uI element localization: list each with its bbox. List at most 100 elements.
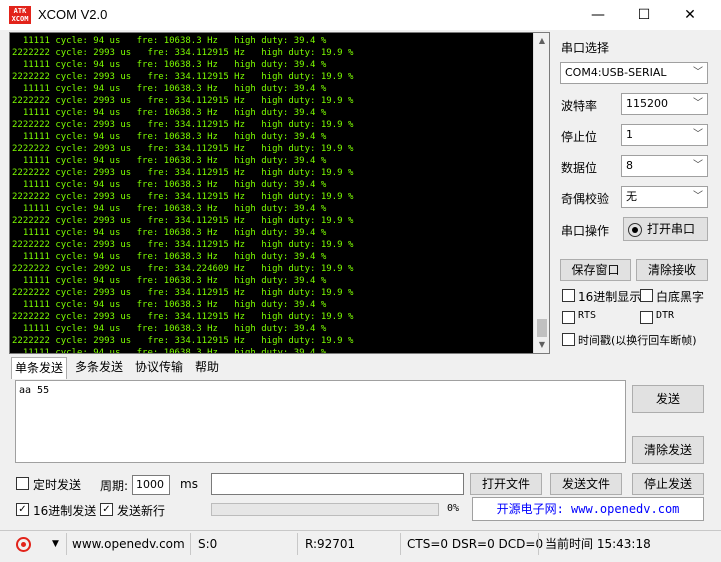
progress-percent: 0%: [447, 503, 460, 514]
period-unit: ms: [180, 477, 198, 491]
file-path-input[interactable]: [211, 473, 464, 495]
port-status-icon: [628, 222, 642, 237]
status-sent-count: S:0: [198, 537, 218, 551]
data-bits-label: 数据位: [561, 161, 598, 175]
terminal-line: 11111 cycle: 94 us fre: 10638.3 Hz high …: [12, 60, 327, 70]
timed-send-checkbox[interactable]: [16, 477, 29, 490]
terminal-line: 2222222 cycle: 2993 us fre: 334.112915 H…: [12, 168, 354, 178]
close-button[interactable]: ✕: [667, 0, 713, 30]
baud-select[interactable]: 115200 ﹀: [621, 93, 708, 115]
timed-send-label: 定时发送: [33, 478, 82, 492]
status-line-states: CTS=0 DSR=0 DCD=0: [407, 537, 544, 551]
timestamp-checkbox[interactable]: [562, 333, 575, 346]
chevron-down-icon: ﹀: [693, 129, 703, 140]
terminal-line: 11111 cycle: 94 us fre: 10638.3 Hz high …: [12, 252, 327, 262]
app-window: ATK XCOM XCOM V2.0 — ☐ ✕ 11111 cycle: 94…: [0, 0, 721, 562]
record-icon[interactable]: [16, 535, 38, 554]
terminal-line: 2222222 cycle: 2992 us fre: 334.224609 H…: [12, 264, 354, 274]
port-value: COM4:USB-SERIAL: [565, 66, 667, 79]
send-progress-bar: [211, 503, 439, 516]
scroll-down-icon[interactable]: ▼: [534, 337, 549, 353]
white-bg-label: 白底黑字: [656, 290, 705, 304]
status-url[interactable]: www.openedv.com: [72, 535, 185, 554]
scroll-thumb[interactable]: [537, 319, 547, 337]
white-bg-checkbox[interactable]: [640, 289, 653, 302]
stop-send-button[interactable]: 停止发送: [632, 473, 704, 495]
terminal-line: 11111 cycle: 94 us fre: 10638.3 Hz high …: [12, 180, 327, 190]
terminal-line: 11111 cycle: 94 us fre: 10638.3 Hz high …: [12, 108, 327, 118]
timestamp-label: 时间戳(以换行回车断帧): [578, 334, 697, 347]
newline-checkbox[interactable]: ✓: [100, 503, 113, 516]
rts-label: RTS: [578, 310, 597, 321]
terminal-output: 11111 cycle: 94 us fre: 10638.3 Hz high …: [12, 35, 534, 353]
send-file-button[interactable]: 发送文件: [550, 473, 622, 495]
dtr-checkbox[interactable]: [640, 311, 653, 324]
receive-terminal[interactable]: 11111 cycle: 94 us fre: 10638.3 Hz high …: [9, 32, 550, 354]
terminal-line: 2222222 cycle: 2993 us fre: 334.112915 H…: [12, 96, 354, 106]
terminal-line: 11111 cycle: 94 us fre: 10638.3 Hz high …: [12, 156, 327, 166]
clear-send-button[interactable]: 清除发送: [632, 436, 704, 464]
serial-op-label: 串口操作: [561, 224, 610, 238]
open-port-label: 打开串口: [647, 222, 696, 236]
window-title: XCOM V2.0: [38, 7, 108, 22]
terminal-line: 11111 cycle: 94 us fre: 10638.3 Hz high …: [12, 36, 327, 46]
terminal-line: 2222222 cycle: 2993 us fre: 334.112915 H…: [12, 144, 354, 154]
save-window-button[interactable]: 保存窗口: [560, 259, 631, 281]
chevron-down-icon: ﹀: [693, 98, 703, 109]
clear-receive-button[interactable]: 清除接收: [636, 259, 708, 281]
chevron-down-icon: ﹀: [693, 67, 703, 78]
terminal-line: 11111 cycle: 94 us fre: 10638.3 Hz high …: [12, 348, 327, 353]
data-bits-value: 8: [626, 159, 633, 172]
terminal-line: 11111 cycle: 94 us fre: 10638.3 Hz high …: [12, 276, 327, 286]
scroll-up-icon[interactable]: ▲: [534, 33, 549, 49]
stop-bits-select[interactable]: 1 ﹀: [621, 124, 708, 146]
terminal-line: 2222222 cycle: 2993 us fre: 334.112915 H…: [12, 120, 354, 130]
status-recv-count: R:92701: [305, 537, 356, 551]
maximize-button[interactable]: ☐: [621, 0, 667, 30]
terminal-line: 2222222 cycle: 2993 us fre: 334.112915 H…: [12, 336, 354, 346]
terminal-line: 2222222 cycle: 2993 us fre: 334.112915 H…: [12, 216, 354, 226]
hex-display-label: 16进制显示: [578, 290, 642, 304]
tab-multi-send[interactable]: 多条发送: [72, 357, 126, 379]
rts-checkbox[interactable]: [562, 311, 575, 324]
terminal-line: 2222222 cycle: 2993 us fre: 334.112915 H…: [12, 48, 354, 58]
title-bar: ATK XCOM XCOM V2.0 — ☐ ✕: [0, 0, 721, 30]
terminal-line: 11111 cycle: 94 us fre: 10638.3 Hz high …: [12, 204, 327, 214]
status-bar: ▼ www.openedv.com S:0 R:92701 CTS=0 DSR=…: [0, 530, 721, 557]
terminal-scrollbar[interactable]: ▲ ▼: [533, 33, 549, 353]
period-label: 周期:: [100, 479, 129, 493]
xcom-logo: ATK XCOM: [9, 6, 31, 24]
send-input[interactable]: aa 55: [15, 380, 626, 463]
parity-select[interactable]: 无 ﹀: [621, 186, 708, 208]
send-tabs: 单条发送 多条发送 协议传输 帮助: [9, 357, 550, 379]
newline-label: 发送新行: [117, 504, 166, 518]
open-file-button[interactable]: 打开文件: [470, 473, 542, 495]
status-current-time: 当前时间 15:43:18: [545, 537, 651, 551]
terminal-line: 2222222 cycle: 2993 us fre: 334.112915 H…: [12, 288, 354, 298]
terminal-line: 11111 cycle: 94 us fre: 10638.3 Hz high …: [12, 132, 327, 142]
hex-display-checkbox[interactable]: [562, 289, 575, 302]
port-select[interactable]: COM4:USB-SERIAL ﹀: [560, 62, 708, 84]
tab-help[interactable]: 帮助: [192, 357, 222, 379]
terminal-line: 11111 cycle: 94 us fre: 10638.3 Hz high …: [12, 324, 327, 334]
period-input[interactable]: 1000: [132, 475, 170, 495]
data-bits-select[interactable]: 8 ﹀: [621, 155, 708, 177]
send-button[interactable]: 发送: [632, 385, 704, 413]
terminal-line: 2222222 cycle: 2993 us fre: 334.112915 H…: [12, 72, 354, 82]
open-port-button[interactable]: 打开串口: [623, 217, 708, 241]
status-dropdown-icon[interactable]: ▼: [52, 535, 59, 554]
stop-bits-value: 1: [626, 128, 633, 141]
tab-single-send[interactable]: 单条发送: [11, 357, 68, 379]
stop-bits-label: 停止位: [561, 130, 598, 144]
port-label: 串口选择: [561, 41, 610, 55]
openedv-link[interactable]: 开源电子网: www.openedv.com: [472, 497, 704, 521]
terminal-line: 2222222 cycle: 2993 us fre: 334.112915 H…: [12, 240, 354, 250]
hex-send-checkbox[interactable]: ✓: [16, 503, 29, 516]
tab-protocol[interactable]: 协议传输: [132, 357, 186, 379]
parity-label: 奇偶校验: [561, 192, 610, 206]
minimize-button[interactable]: —: [575, 0, 621, 30]
terminal-line: 11111 cycle: 94 us fre: 10638.3 Hz high …: [12, 228, 327, 238]
parity-value: 无: [626, 190, 637, 203]
terminal-line: 2222222 cycle: 2993 us fre: 334.112915 H…: [12, 192, 354, 202]
terminal-line: 11111 cycle: 94 us fre: 10638.3 Hz high …: [12, 300, 327, 310]
